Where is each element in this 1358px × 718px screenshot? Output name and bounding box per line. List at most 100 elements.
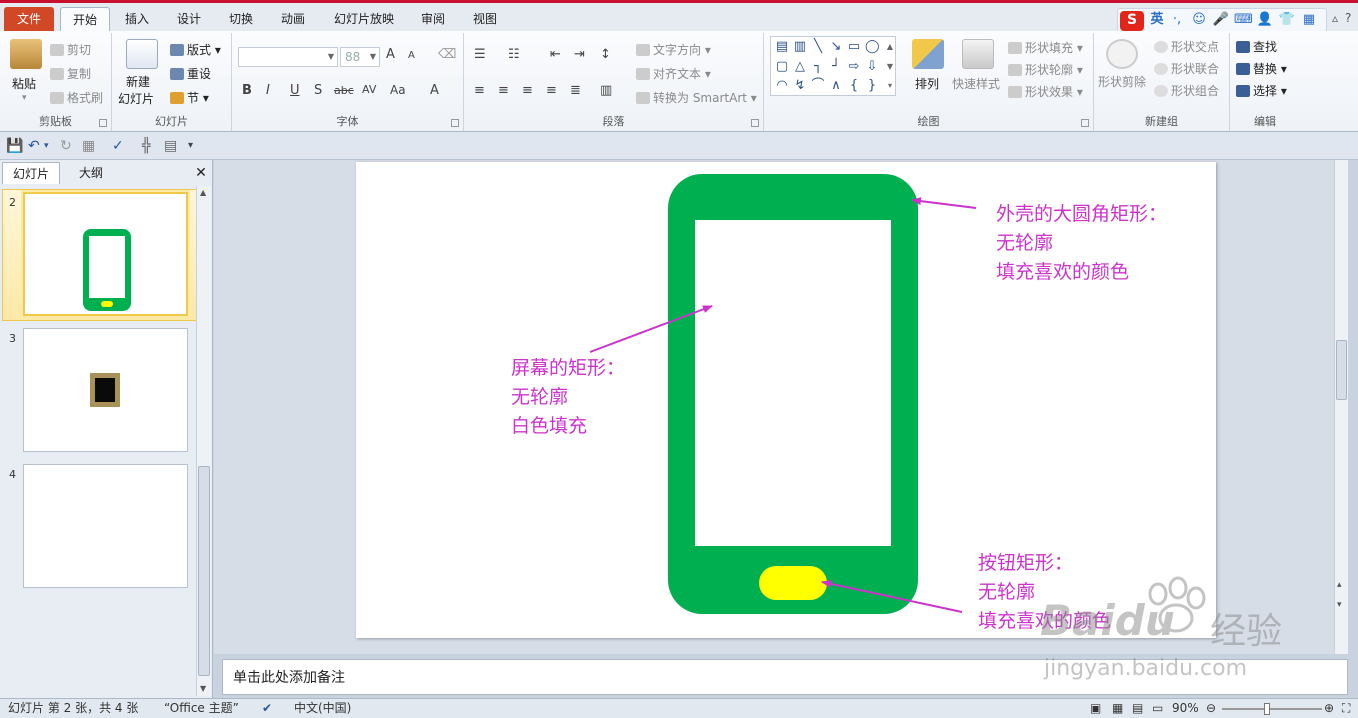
strikethrough-button[interactable]: abc bbox=[334, 84, 354, 97]
scribble-shape-icon[interactable]: ↯ bbox=[793, 79, 807, 93]
from-beginning-icon[interactable]: ▦ bbox=[82, 138, 95, 154]
normal-view-icon[interactable]: ▣ bbox=[1090, 699, 1101, 718]
vtextbox-shape-icon[interactable]: ▥ bbox=[793, 40, 807, 54]
zoom-in-icon[interactable]: ⊕ bbox=[1324, 699, 1334, 718]
shrink-font-button[interactable]: A bbox=[408, 50, 415, 61]
char-spacing-button[interactable]: AV bbox=[362, 83, 376, 96]
panel-scrollbar[interactable]: ▲ ▼ bbox=[196, 186, 211, 696]
shadow-button[interactable]: S bbox=[314, 83, 322, 98]
textbox-shape-icon[interactable]: ▤ bbox=[775, 40, 789, 54]
new-slide-button[interactable]: 幻灯片 bbox=[118, 90, 154, 107]
customize-qat-icon[interactable]: ▾ bbox=[188, 140, 193, 151]
toolbox-icon[interactable]: ▦ bbox=[1300, 11, 1318, 29]
paste-dropdown-icon[interactable]: ▾ bbox=[22, 93, 27, 103]
cut-button[interactable]: 剪切 bbox=[50, 41, 91, 58]
align-right-icon[interactable]: ≡ bbox=[522, 83, 533, 98]
font-color-button[interactable]: A bbox=[430, 83, 439, 98]
distributed-icon[interactable]: ≣ bbox=[570, 83, 581, 98]
clear-format-icon[interactable]: ⌫ bbox=[438, 47, 456, 62]
gallery-scroll-up-icon[interactable]: ▲ bbox=[883, 40, 897, 54]
align-left-icon[interactable]: ≡ bbox=[474, 83, 485, 98]
oval-shape-icon[interactable]: ◯ bbox=[865, 40, 880, 54]
redo-icon[interactable]: ↻ bbox=[60, 138, 72, 154]
shapes-gallery[interactable]: ▤ ▥ ╲ ↘ ▭ ◯ ▢ △ ┐ ┘ ⇨ ⇩ ◠ ↯ ⌒ ∧ { } ▲ ▼ … bbox=[770, 36, 896, 96]
drawing-launcher-icon[interactable] bbox=[1081, 119, 1089, 127]
panel-scroll-thumb[interactable] bbox=[198, 466, 210, 676]
slide-sorter-icon[interactable]: ▦ bbox=[1112, 699, 1123, 718]
layout-button[interactable]: 版式 ▾ bbox=[170, 41, 221, 58]
align-objects-icon[interactable]: ╬ bbox=[142, 138, 150, 154]
elbow-connector-icon[interactable]: ┐ bbox=[811, 60, 825, 74]
clipboard-launcher-icon[interactable] bbox=[99, 119, 107, 127]
slide-thumbnail[interactable] bbox=[23, 192, 188, 316]
tab-review[interactable]: 审阅 bbox=[413, 7, 453, 31]
language-indicator[interactable]: 中文(中国) bbox=[294, 699, 351, 718]
fit-to-window-icon[interactable]: ⛶ bbox=[1342, 699, 1350, 718]
arrange-button[interactable]: 排列 bbox=[915, 75, 939, 92]
tab-outline-panel[interactable]: 大纲 bbox=[62, 162, 120, 184]
annotation-screen[interactable]: 屏幕的矩形： 无轮廓 白色填充 bbox=[511, 354, 625, 441]
text-direction-button[interactable]: 文字方向 ▾ bbox=[636, 41, 711, 58]
scroll-up-icon[interactable]: ▲ bbox=[200, 188, 206, 197]
smartart-button[interactable]: 转换为 SmartArt ▾ bbox=[636, 89, 757, 106]
bold-button[interactable]: B bbox=[242, 83, 252, 98]
decrease-indent-icon[interactable]: ⇤ bbox=[550, 47, 561, 62]
replace-button[interactable]: 替换 ▾ bbox=[1236, 60, 1287, 77]
numbering-icon[interactable]: ☷ bbox=[508, 47, 520, 62]
ime-lang-toggle[interactable]: 英 bbox=[1148, 11, 1166, 29]
arc-shape-icon[interactable]: ∧ bbox=[829, 79, 843, 93]
skin-icon[interactable]: 👕 bbox=[1278, 11, 1296, 29]
quick-styles-button[interactable]: 快速样式 bbox=[952, 75, 1000, 92]
elbow-arrow-icon[interactable]: ┘ bbox=[829, 60, 843, 74]
grow-font-button[interactable]: A bbox=[386, 47, 395, 62]
columns-icon[interactable]: ▥ bbox=[600, 83, 612, 98]
find-button[interactable]: 查找 bbox=[1236, 38, 1277, 55]
distribute-icon[interactable]: ▤ bbox=[164, 138, 177, 154]
right-brace-shape-icon[interactable]: } bbox=[865, 79, 879, 93]
paragraph-launcher-icon[interactable] bbox=[751, 119, 759, 127]
slide-thumbnail[interactable] bbox=[23, 328, 188, 452]
change-case-button[interactable]: Aa bbox=[390, 83, 406, 97]
microphone-icon[interactable]: 🎤 bbox=[1212, 11, 1230, 29]
notes-pane[interactable]: 单击此处添加备注 bbox=[222, 659, 1348, 695]
tab-transitions[interactable]: 切换 bbox=[221, 7, 261, 31]
shape-cut-icon[interactable] bbox=[1106, 39, 1138, 69]
line-spacing-icon[interactable]: ↕ bbox=[600, 47, 611, 62]
font-size-combo[interactable]: 88 ▼ bbox=[340, 47, 380, 67]
arrow-line-shape-icon[interactable]: ↘ bbox=[829, 40, 843, 54]
tab-file[interactable]: 文件 bbox=[4, 7, 54, 31]
copy-button[interactable]: 复制 bbox=[50, 65, 91, 82]
align-center-icon[interactable]: ≡ bbox=[498, 83, 509, 98]
tab-design[interactable]: 设计 bbox=[169, 7, 209, 31]
undo-dropdown-icon[interactable]: ▾ bbox=[44, 141, 49, 151]
right-arrow-shape-icon[interactable]: ⇨ bbox=[847, 60, 861, 74]
scroll-down-icon[interactable]: ▼ bbox=[200, 684, 206, 693]
slideshow-view-icon[interactable]: ▭ bbox=[1152, 699, 1163, 718]
slide-scroll-thumb[interactable] bbox=[1336, 340, 1347, 400]
theme-name[interactable]: “Office 主题” bbox=[164, 699, 239, 718]
annotation-shell[interactable]: 外壳的大圆角矩形： 无轮廓 填充喜欢的颜色 bbox=[996, 200, 1167, 287]
rounded-rect-shape-icon[interactable]: ▢ bbox=[775, 60, 789, 74]
font-name-combo[interactable]: ▼ bbox=[238, 47, 338, 67]
triangle-shape-icon[interactable]: △ bbox=[793, 60, 807, 74]
arrange-icon[interactable] bbox=[912, 39, 944, 69]
tab-slides-panel[interactable]: 幻灯片 bbox=[2, 162, 60, 184]
justify-icon[interactable]: ≡ bbox=[546, 83, 557, 98]
undo-icon[interactable]: ↶ bbox=[28, 138, 40, 154]
zoom-slider-thumb[interactable] bbox=[1264, 703, 1270, 715]
save-icon[interactable]: 💾 bbox=[6, 138, 23, 154]
next-slide-icon[interactable]: ▾ bbox=[1337, 600, 1342, 610]
zoom-out-icon[interactable]: ⊖ bbox=[1206, 699, 1216, 718]
increase-indent-icon[interactable]: ⇥ bbox=[574, 47, 585, 62]
shape-fill-button[interactable]: 形状填充 ▾ bbox=[1008, 39, 1083, 56]
bullets-icon[interactable]: ☰ bbox=[474, 47, 486, 62]
gallery-more-icon[interactable]: ▾ bbox=[883, 79, 897, 93]
shape-intersect-button[interactable]: 形状交点 bbox=[1154, 38, 1219, 55]
shape-combine-button[interactable]: 形状组合 bbox=[1154, 82, 1219, 99]
tab-insert[interactable]: 插入 bbox=[117, 7, 157, 31]
paste-icon[interactable] bbox=[10, 39, 42, 69]
freeform-shape-icon[interactable]: ◠ bbox=[775, 79, 789, 93]
down-arrow-shape-icon[interactable]: ⇩ bbox=[865, 60, 879, 74]
italic-button[interactable]: I bbox=[266, 83, 270, 98]
zoom-slider[interactable] bbox=[1222, 703, 1322, 715]
